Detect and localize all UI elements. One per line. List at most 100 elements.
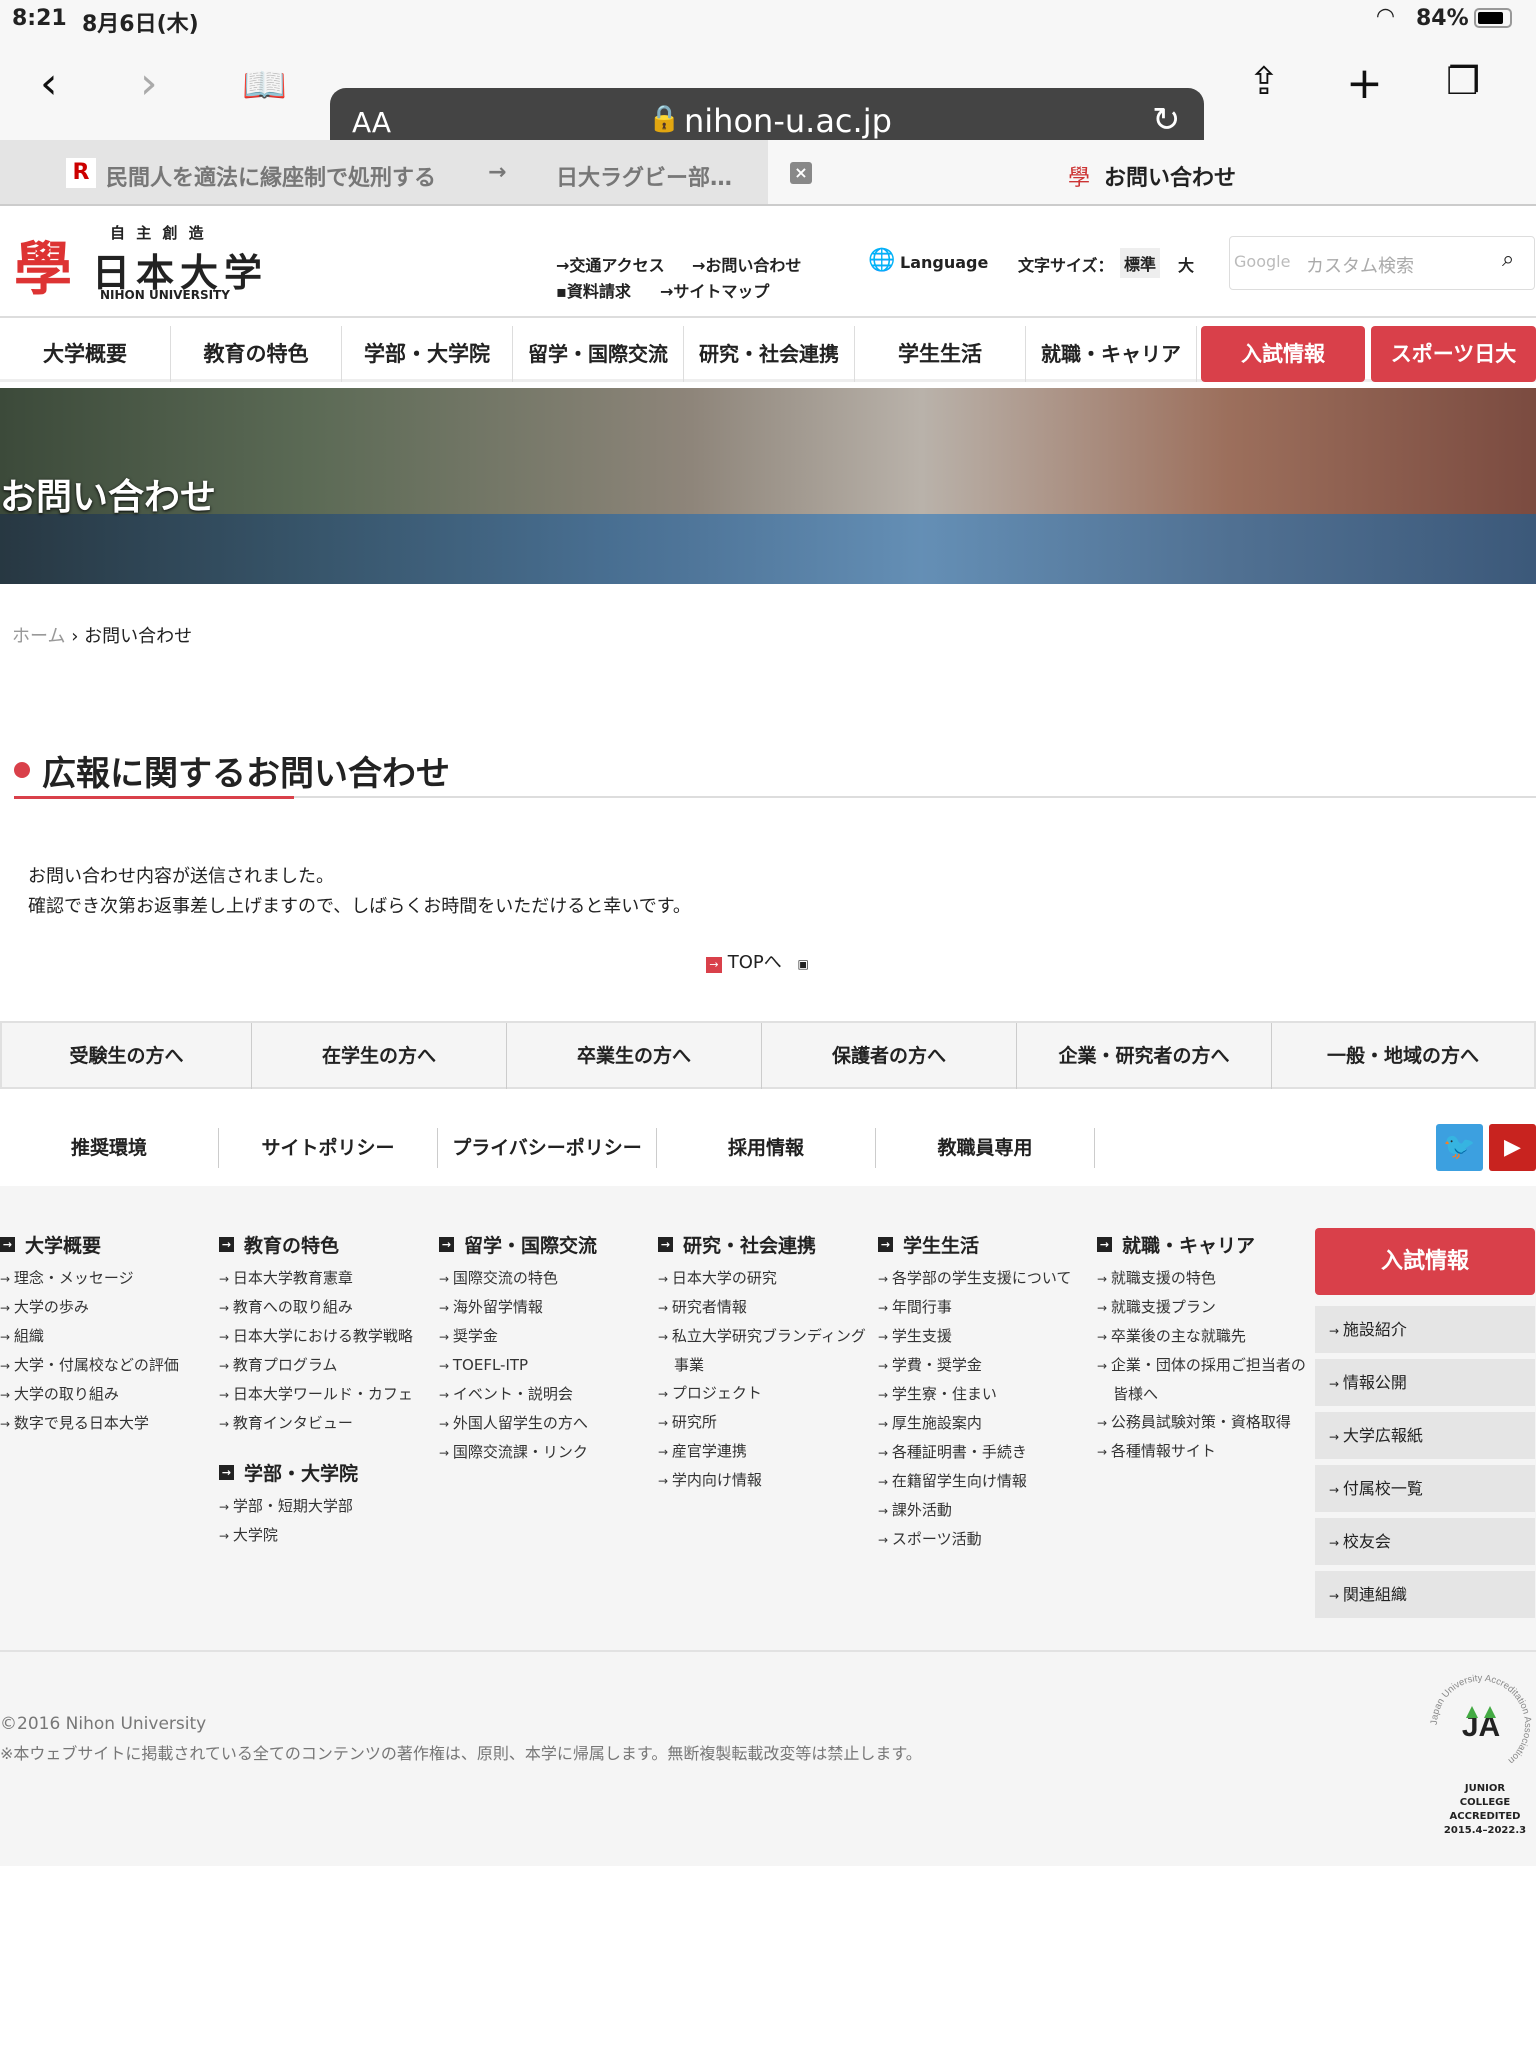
nav-research[interactable]: 研究・社会連携 xyxy=(684,326,855,382)
footer-link[interactable]: 学内向け情報 xyxy=(658,1466,873,1495)
footer-column-title[interactable]: → 教育の特色 xyxy=(219,1230,434,1258)
footer-link[interactable]: 日本大学ワールド・カフェ xyxy=(219,1380,434,1409)
breadcrumb-home[interactable]: ホーム xyxy=(12,626,65,647)
access-link[interactable]: →交通アクセス xyxy=(556,252,665,276)
footer-link[interactable]: 日本大学の研究 xyxy=(658,1264,873,1293)
footer-side-link[interactable]: → 関連組織 xyxy=(1315,1571,1535,1618)
footer-link[interactable]: 理念・メッセージ xyxy=(0,1264,215,1293)
footer-column-title[interactable]: → 就職・キャリア xyxy=(1097,1230,1312,1258)
footer-link[interactable]: TOEFL-ITP xyxy=(439,1351,654,1380)
sitemap-link[interactable]: →サイトマップ xyxy=(660,278,769,302)
footer-link[interactable]: 各種情報サイト xyxy=(1097,1437,1312,1466)
footer-link[interactable]: 学費・奨学金 xyxy=(878,1351,1093,1380)
footer-link[interactable]: 教育への取り組み xyxy=(219,1293,434,1322)
footer-side-link[interactable]: → 情報公開 xyxy=(1315,1359,1535,1406)
url-text[interactable]: nihon-u.ac.jp xyxy=(684,102,892,140)
brochure-link[interactable]: ▪資料請求 xyxy=(556,278,631,302)
footer-link[interactable]: 私立大学研究ブランディング事業 xyxy=(658,1322,873,1379)
footer-column-title[interactable]: → 学生生活 xyxy=(878,1230,1093,1258)
footer-link-recruit[interactable]: 採用情報 xyxy=(657,1128,876,1168)
footer-column-title[interactable]: → 大学概要 xyxy=(0,1230,215,1258)
nav-about[interactable]: 大学概要 xyxy=(0,326,171,382)
audience-alumni[interactable]: 卒業生の方へ xyxy=(507,1023,762,1089)
footer-link[interactable]: イベント・説明会 xyxy=(439,1380,654,1409)
nav-education[interactable]: 教育の特色 xyxy=(171,326,342,382)
footer-link[interactable]: 厚生施設案内 xyxy=(878,1409,1093,1438)
footer-link[interactable]: 国際交流の特色 xyxy=(439,1264,654,1293)
footer-link[interactable]: 教育インタビュー xyxy=(219,1409,434,1438)
audience-public[interactable]: 一般・地域の方へ xyxy=(1272,1023,1534,1089)
footer-link-privacy[interactable]: プライバシーポリシー xyxy=(438,1128,657,1168)
footer-column-title[interactable]: → 留学・国際交流 xyxy=(439,1230,654,1258)
tab-active-title[interactable]: お問い合わせ xyxy=(1104,160,1236,192)
footer-link[interactable]: 数字で見る日本大学 xyxy=(0,1409,215,1438)
footer-link[interactable]: 産官学連携 xyxy=(658,1437,873,1466)
footer-admissions-button[interactable]: 入試情報 xyxy=(1315,1228,1535,1295)
footer-link[interactable]: 奨学金 xyxy=(439,1322,654,1351)
footer-link[interactable]: 国際交流課・リンク xyxy=(439,1438,654,1467)
audience-parents[interactable]: 保護者の方へ xyxy=(762,1023,1017,1089)
search-input[interactable]: カスタム検索 xyxy=(1306,252,1414,278)
footer-link[interactable]: 各種証明書・手続き xyxy=(878,1438,1093,1467)
footer-link[interactable]: 大学院 xyxy=(219,1521,434,1550)
footer-link[interactable]: 大学の取り組み xyxy=(0,1380,215,1409)
footer-side-link[interactable]: → 付属校一覧 xyxy=(1315,1465,1535,1512)
footer-link[interactable]: 各学部の学生支援について xyxy=(878,1264,1093,1293)
youtube-icon[interactable]: ▶ xyxy=(1489,1124,1536,1171)
footer-side-link[interactable]: → 校友会 xyxy=(1315,1518,1535,1565)
footer-link[interactable]: 就職支援の特色 xyxy=(1097,1264,1312,1293)
audience-students[interactable]: 在学生の方へ xyxy=(252,1023,507,1089)
back-icon[interactable]: ‹ xyxy=(40,62,58,106)
top-link[interactable]: → TOPへ ▣ xyxy=(706,948,809,974)
footer-side-link[interactable]: → 施設紹介 xyxy=(1315,1306,1535,1353)
bookmarks-icon[interactable]: 📖 xyxy=(242,68,287,104)
footer-link[interactable]: 日本大学における教学戦略 xyxy=(219,1322,434,1351)
text-size-button[interactable]: AA xyxy=(352,106,391,139)
footer-link[interactable]: 組織 xyxy=(0,1322,215,1351)
nav-student-life[interactable]: 学生生活 xyxy=(855,326,1026,382)
reload-icon[interactable]: ↻ xyxy=(1152,100,1181,140)
tab-inactive[interactable]: R 民間人を適法に縁座制で処刑する → 日大ラグビー部… × xyxy=(0,140,812,204)
search-box[interactable]: Google カスタム検索 ⌕ xyxy=(1229,236,1535,290)
footer-link[interactable]: 学生支援 xyxy=(878,1322,1093,1351)
footer-column-title[interactable]: → 学部・大学院 xyxy=(219,1458,434,1486)
footer-link-environment[interactable]: 推奨環境 xyxy=(0,1128,219,1168)
footer-link-staff[interactable]: 教職員専用 xyxy=(876,1128,1095,1168)
search-icon[interactable]: ⌕ xyxy=(1502,247,1514,272)
contact-link[interactable]: →お問い合わせ xyxy=(692,252,801,276)
footer-link[interactable]: 年間行事 xyxy=(878,1293,1093,1322)
footer-link[interactable]: 日本大学教育憲章 xyxy=(219,1264,434,1293)
footer-link[interactable]: 公務員試験対策・資格取得 xyxy=(1097,1408,1312,1437)
university-seal-logo[interactable]: 學 xyxy=(4,222,82,303)
footer-column-title[interactable]: → 研究・社会連携 xyxy=(658,1230,873,1258)
footer-link[interactable]: 海外留学情報 xyxy=(439,1293,654,1322)
tabs-icon[interactable]: ❐ xyxy=(1446,62,1480,100)
nav-admissions[interactable]: 入試情報 xyxy=(1201,326,1365,382)
footer-link[interactable]: 卒業後の主な就職先 xyxy=(1097,1322,1312,1351)
footer-link[interactable]: 就職支援プラン xyxy=(1097,1293,1312,1322)
language-link[interactable]: Language xyxy=(900,253,988,272)
twitter-icon[interactable]: 🐦 xyxy=(1436,1124,1483,1171)
footer-link[interactable]: 研究者情報 xyxy=(658,1293,873,1322)
footer-link[interactable]: 企業・団体の採用ご担当者の皆様へ xyxy=(1097,1351,1312,1408)
share-icon[interactable]: ⇪ xyxy=(1248,62,1280,100)
footer-link[interactable]: 大学の歩み xyxy=(0,1293,215,1322)
font-large-button[interactable]: 大 xyxy=(1178,252,1194,276)
footer-side-link[interactable]: → 大学広報紙 xyxy=(1315,1412,1535,1459)
nav-faculties[interactable]: 学部・大学院 xyxy=(342,326,513,382)
audience-companies[interactable]: 企業・研究者の方へ xyxy=(1017,1023,1272,1089)
nav-sports[interactable]: スポーツ日大 xyxy=(1371,326,1536,382)
footer-link[interactable]: 教育プログラム xyxy=(219,1351,434,1380)
footer-link[interactable]: 研究所 xyxy=(658,1408,873,1437)
close-tab-icon[interactable]: × xyxy=(790,162,812,184)
audience-applicants[interactable]: 受験生の方へ xyxy=(2,1023,252,1089)
nav-career[interactable]: 就職・キャリア xyxy=(1026,326,1197,382)
footer-link[interactable]: プロジェクト xyxy=(658,1379,873,1408)
footer-link[interactable]: 学生寮・住まい xyxy=(878,1380,1093,1409)
new-tab-icon[interactable]: + xyxy=(1346,62,1383,106)
footer-link[interactable]: 外国人留学生の方へ xyxy=(439,1409,654,1438)
footer-link[interactable]: 在籍留学生向け情報 xyxy=(878,1467,1093,1496)
nav-international[interactable]: 留学・国際交流 xyxy=(513,326,684,382)
footer-link[interactable]: 課外活動 xyxy=(878,1496,1093,1525)
footer-link[interactable]: 大学・付属校などの評価 xyxy=(0,1351,215,1380)
